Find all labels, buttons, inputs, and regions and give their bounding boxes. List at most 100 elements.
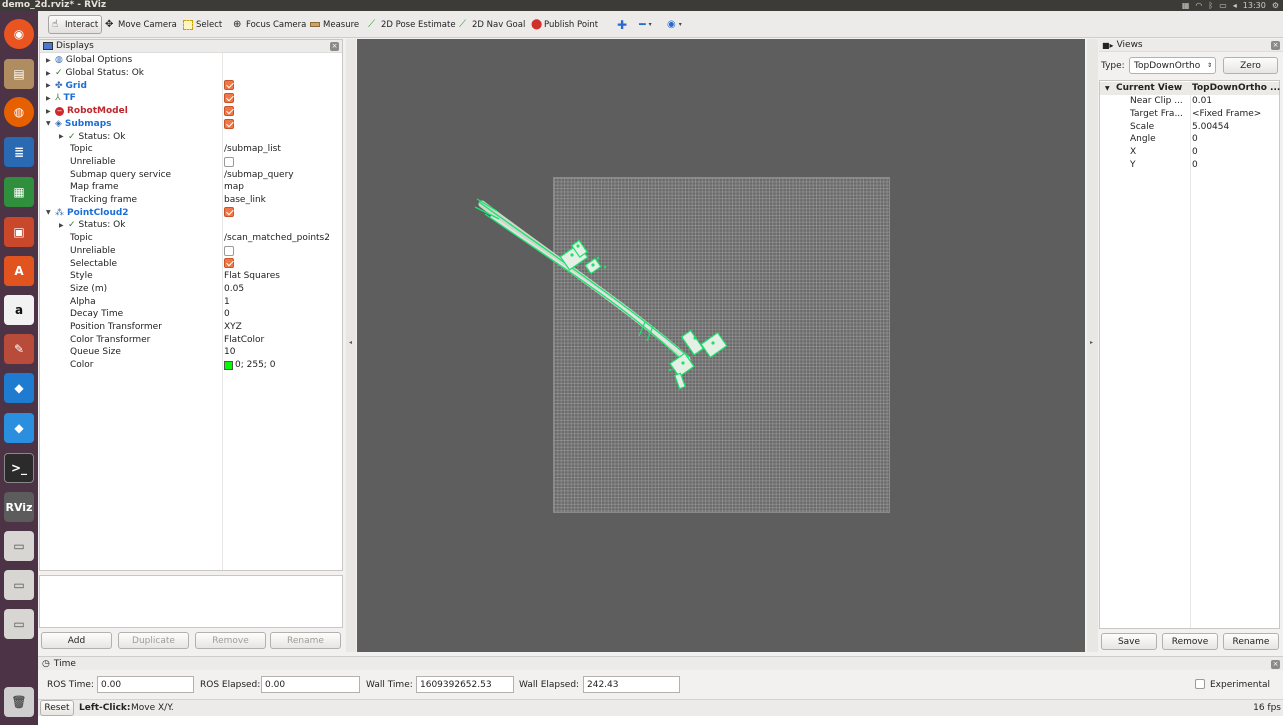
property-value[interactable]: 0	[1192, 160, 1280, 170]
tree-row-position-transformer[interactable]: Position Transformer XYZ	[40, 321, 342, 334]
wall-elapsed-field[interactable]: 242.43	[583, 676, 680, 693]
tree-row-style[interactable]: Style Flat Squares	[40, 270, 342, 283]
view-property-row[interactable]: Scale 5.00454	[1100, 120, 1279, 133]
property-value[interactable]: 0.01	[1192, 96, 1280, 106]
remove-tool-button[interactable]: ━ ▾	[636, 15, 655, 34]
view-property-row[interactable]: Target Fra... <Fixed Frame>	[1100, 108, 1279, 121]
measure-button[interactable]: Measure	[307, 15, 362, 34]
tree-row-color[interactable]: Color 0; 255; 0	[40, 359, 342, 372]
rviz-icon[interactable]: RViz	[4, 492, 34, 522]
tree-row-map-frame[interactable]: Map frame map	[40, 181, 342, 194]
enabled-checkbox[interactable]	[224, 207, 234, 218]
remove-view-button[interactable]: Remove	[1162, 633, 1218, 650]
color-value[interactable]: 0; 255; 0	[224, 360, 275, 370]
map-frame-value[interactable]: map	[224, 182, 244, 192]
software-center-icon[interactable]: A	[4, 256, 34, 286]
wall-time-field[interactable]: 1609392652.53	[416, 676, 514, 693]
tracking-frame-value[interactable]: base_link	[224, 195, 266, 205]
style-value[interactable]: Flat Squares	[224, 271, 280, 281]
experimental-checkbox[interactable]	[1195, 679, 1205, 689]
focus-camera-button[interactable]: ⊕ Focus Camera	[230, 15, 309, 34]
close-icon[interactable]: ×	[1271, 660, 1280, 669]
tree-row-pc-status[interactable]: ▶ ✓ Status: Ok	[40, 219, 342, 232]
tree-row-grid[interactable]: ▶ ✤ Grid	[40, 79, 342, 92]
tree-row-global-options[interactable]: ▶ ◍ Global Options	[40, 54, 342, 67]
tree-row-alpha[interactable]: Alpha 1	[40, 295, 342, 308]
terminal-icon[interactable]: >_	[4, 453, 34, 483]
tree-row-size[interactable]: Size (m) 0.05	[40, 283, 342, 296]
view-type-select[interactable]: TopDownOrtho ⇕	[1129, 57, 1216, 74]
enabled-checkbox[interactable]	[224, 93, 234, 104]
queue-value[interactable]: 10	[224, 347, 235, 357]
topic-value[interactable]: /scan_matched_points2	[224, 233, 330, 243]
right-splitter[interactable]: ▸	[1087, 39, 1098, 652]
current-view-row[interactable]: ▼ Current View TopDownOrtho ...	[1100, 82, 1280, 95]
settings-gear-icon[interactable]: ⚙	[1272, 0, 1279, 11]
amazon-icon[interactable]: a	[4, 295, 34, 325]
service-value[interactable]: /submap_query	[224, 170, 294, 180]
writer-icon[interactable]: ≣	[4, 137, 34, 167]
remove-button[interactable]: Remove	[195, 632, 266, 649]
tree-row-robot-model[interactable]: ▶ − RobotModel	[40, 105, 342, 118]
collapse-arrow-icon[interactable]: ▼	[46, 209, 52, 216]
tree-row-topic[interactable]: Topic /submap_list	[40, 143, 342, 156]
firefox-icon[interactable]: ◍	[4, 97, 34, 127]
collapse-arrow-icon[interactable]: ▼	[46, 120, 52, 127]
expand-arrow-icon[interactable]: ▶	[46, 82, 52, 89]
unreliable-checkbox[interactable]	[224, 156, 234, 167]
expand-arrow-icon[interactable]: ▶	[59, 222, 65, 229]
publish-point-button[interactable]: ⬤ Publish Point	[528, 15, 601, 34]
tree-row-pointcloud2[interactable]: ▼ ⁂ PointCloud2	[40, 206, 342, 219]
expand-arrow-icon[interactable]: ▶	[46, 70, 52, 77]
tool-properties-button[interactable]: ◉ ▾	[664, 15, 685, 34]
unreliable-checkbox[interactable]	[224, 245, 234, 256]
files-icon[interactable]: ▤	[4, 59, 34, 89]
add-button[interactable]: Add	[41, 632, 112, 649]
impress-icon[interactable]: ▣	[4, 217, 34, 247]
view-property-row[interactable]: Angle 0	[1100, 133, 1279, 146]
tree-row-unreliable[interactable]: Unreliable	[40, 245, 342, 258]
duplicate-button[interactable]: Duplicate	[118, 632, 189, 649]
select-button[interactable]: Select	[180, 15, 225, 34]
volume-icon[interactable]: ◂	[1233, 0, 1237, 11]
position-transformer-value[interactable]: XYZ	[224, 322, 242, 332]
ros-time-field[interactable]: 0.00	[97, 676, 194, 693]
drive-icon[interactable]: ▭	[4, 609, 34, 639]
tree-row-tracking-frame[interactable]: Tracking frame base_link	[40, 194, 342, 207]
property-value[interactable]: 0	[1192, 134, 1280, 144]
size-value[interactable]: 0.05	[224, 284, 244, 294]
clock[interactable]: 13:30	[1243, 0, 1266, 11]
collapse-right-icon[interactable]: ▸	[1090, 339, 1093, 346]
alpha-value[interactable]: 1	[224, 297, 230, 307]
decay-value[interactable]: 0	[224, 309, 230, 319]
tree-row-tf[interactable]: ▶ ⅄ TF	[40, 92, 342, 105]
add-tool-button[interactable]: ✚	[614, 15, 630, 34]
collapse-arrow-icon[interactable]: ▼	[1105, 85, 1110, 92]
nav-goal-button[interactable]: ⟋ 2D Nav Goal	[456, 15, 528, 34]
expand-arrow-icon[interactable]: ▶	[59, 133, 65, 140]
vscode-icon[interactable]: ◆	[4, 373, 34, 403]
tree-row-submaps[interactable]: ▼ ◈ Submaps	[40, 118, 342, 131]
keyboard-icon[interactable]: ▦	[1182, 0, 1190, 11]
drive-icon[interactable]: ▭	[4, 531, 34, 561]
pose-estimate-button[interactable]: ⟋ 2D Pose Estimate	[365, 15, 459, 34]
rename-button[interactable]: Rename	[270, 632, 341, 649]
color-transformer-value[interactable]: FlatColor	[224, 335, 264, 345]
bluetooth-icon[interactable]: ᛒ	[1208, 0, 1213, 11]
zero-button[interactable]: Zero	[1223, 57, 1278, 74]
vscode-insiders-icon[interactable]: ◆	[4, 413, 34, 443]
calc-icon[interactable]: ▦	[4, 177, 34, 207]
ubuntu-logo-icon[interactable]: ◉	[4, 19, 34, 49]
tree-row-unreliable[interactable]: Unreliable	[40, 156, 342, 169]
topic-value[interactable]: /submap_list	[224, 144, 281, 154]
wifi-icon[interactable]: ◠	[1195, 0, 1202, 11]
selectable-checkbox[interactable]	[224, 258, 234, 269]
rename-view-button[interactable]: Rename	[1223, 633, 1279, 650]
left-splitter[interactable]: ◂	[346, 39, 356, 652]
enabled-checkbox[interactable]	[224, 80, 234, 91]
tree-row-submaps-status[interactable]: ▶ ✓ Status: Ok	[40, 130, 342, 143]
trash-icon[interactable]: 🗑	[4, 687, 34, 717]
view-property-row[interactable]: Y0	[1100, 159, 1279, 172]
property-value[interactable]: 5.00454	[1192, 122, 1280, 132]
battery-icon[interactable]: ▭	[1219, 0, 1227, 11]
